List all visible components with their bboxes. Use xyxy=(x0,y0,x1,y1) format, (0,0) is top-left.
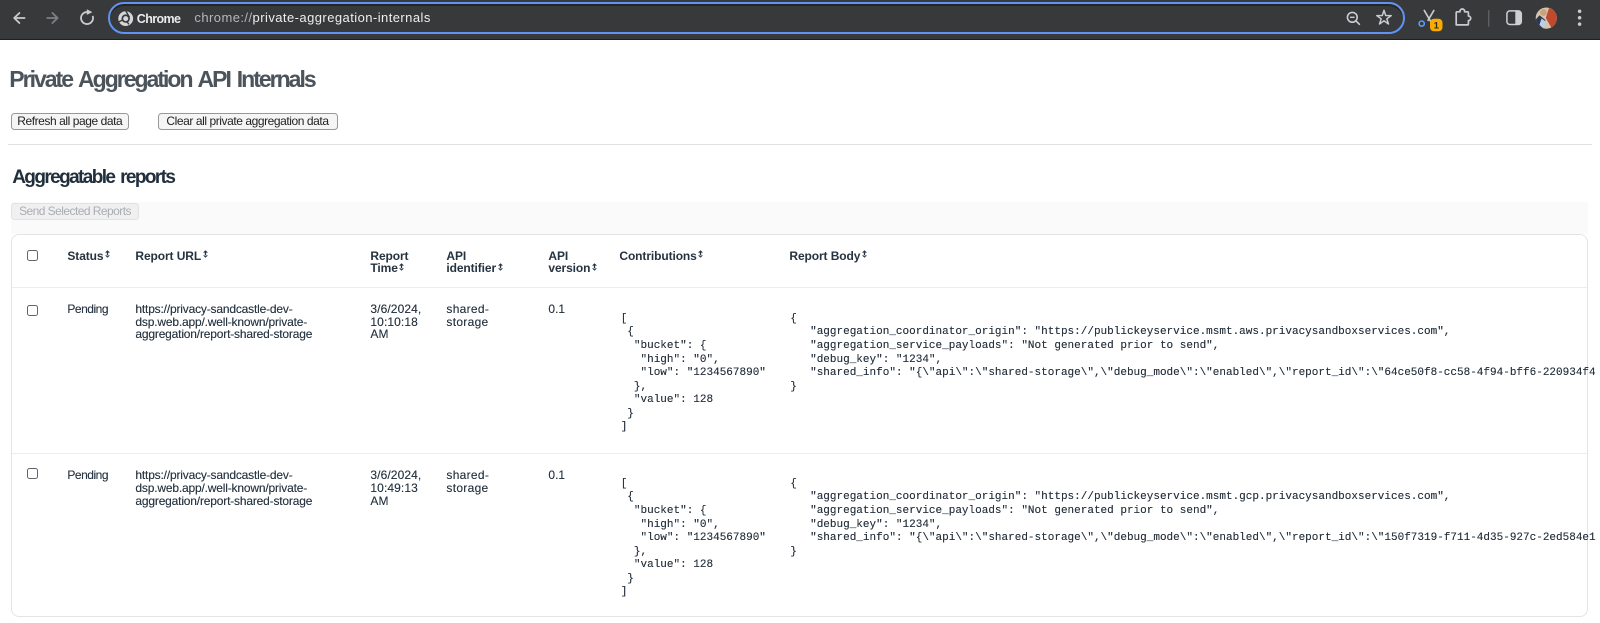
svg-text:1: 1 xyxy=(1434,21,1440,32)
